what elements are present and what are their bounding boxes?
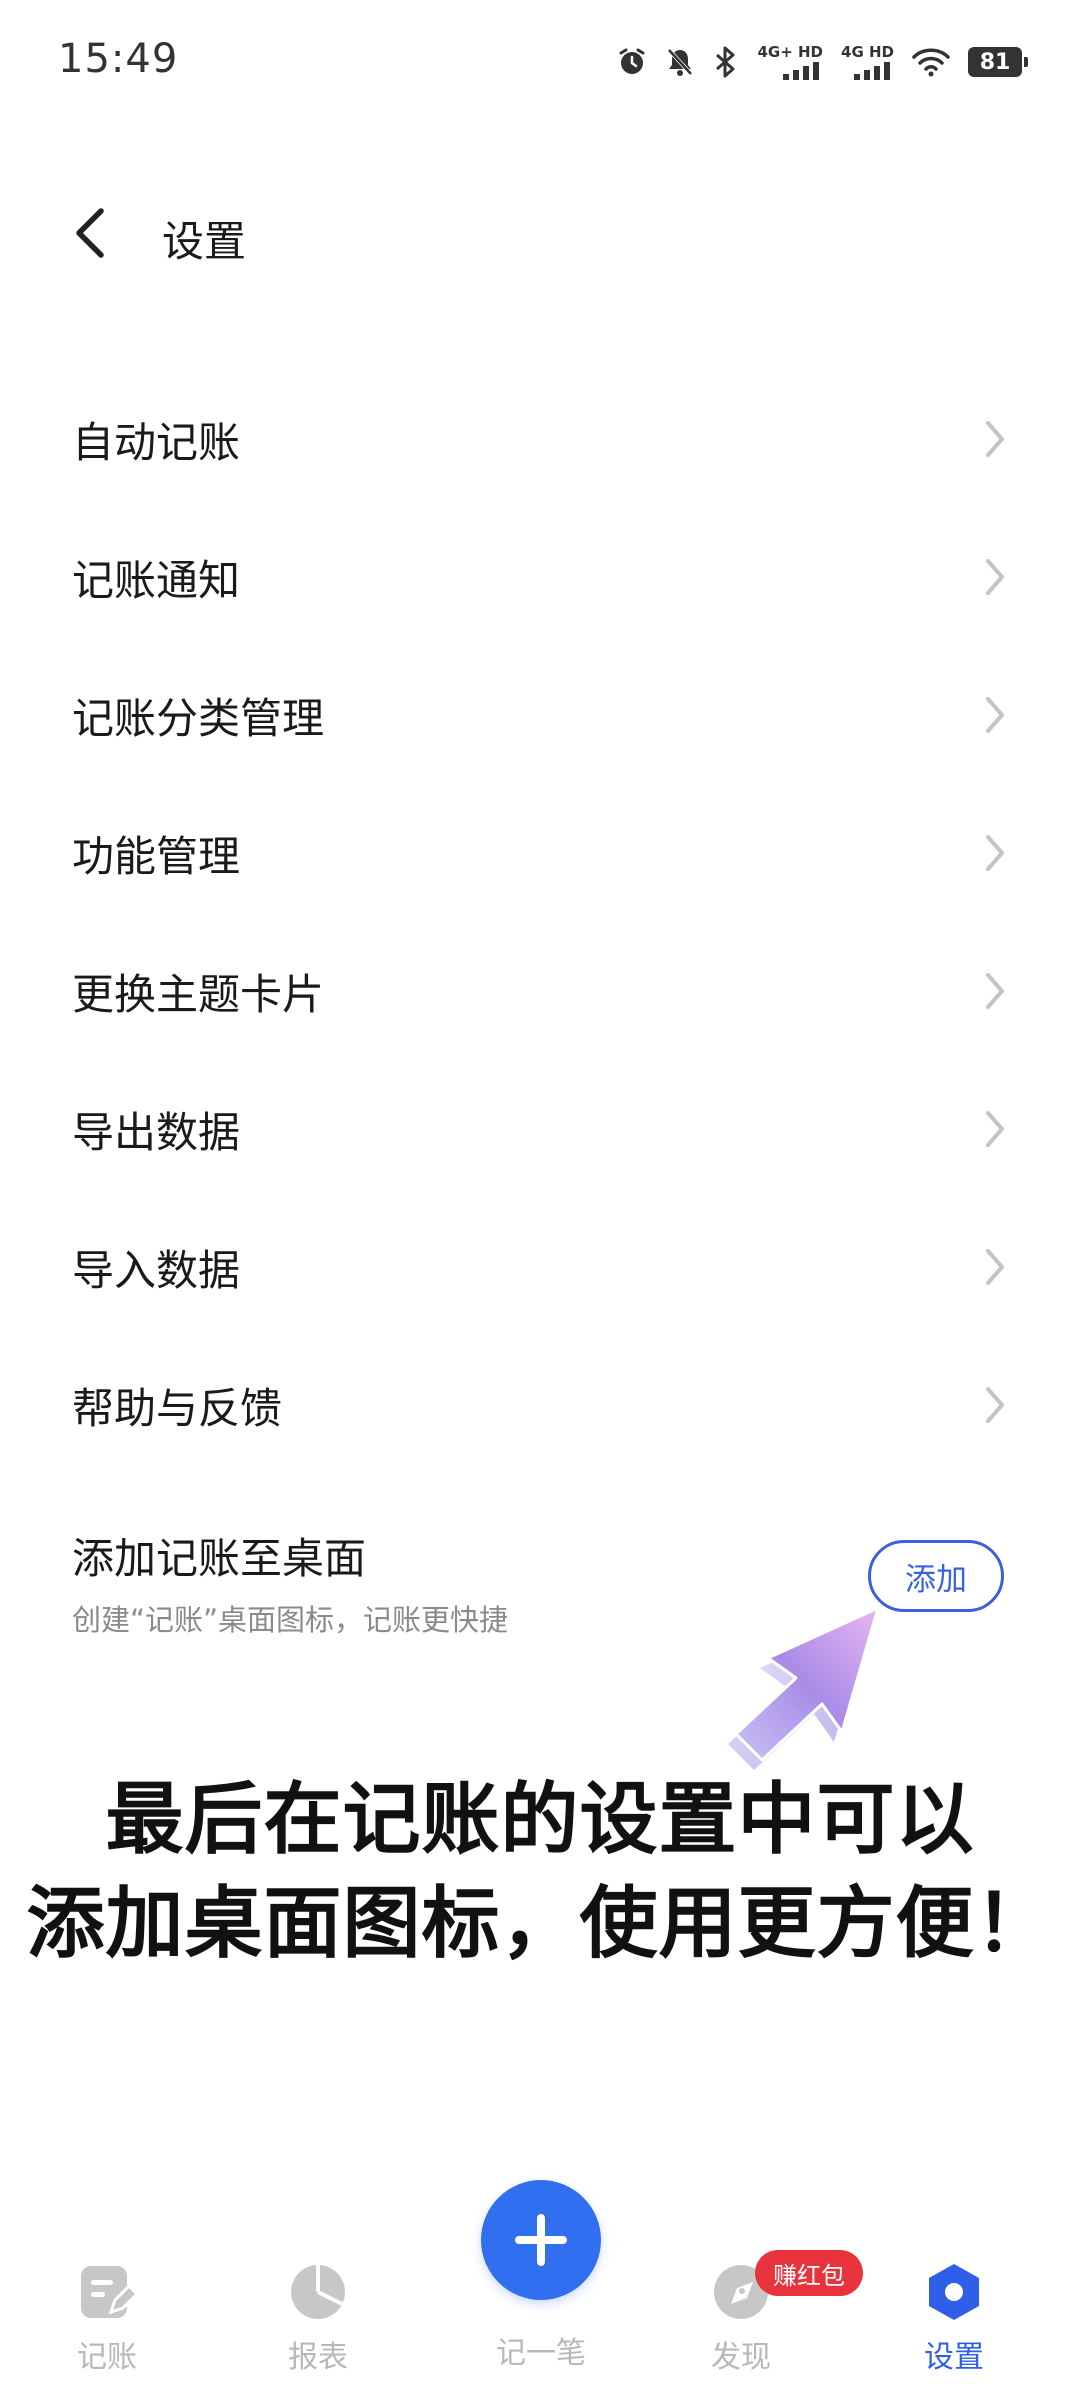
- caption-line-1: 最后在记账的设置中可以: [105, 1775, 975, 1865]
- nav-item-reports[interactable]: 报表: [243, 2260, 393, 2390]
- caption-line-2: 添加桌面图标，使用更方便！: [26, 1879, 1054, 1969]
- pie-chart-icon: [286, 2260, 350, 2324]
- chevron-right-icon: [980, 966, 1010, 1016]
- earn-red-packet-badge[interactable]: 赚红包: [755, 2250, 863, 2296]
- chevron-right-icon: [980, 414, 1010, 464]
- add-to-desktop-row: 添加记账至桌面 创建“记账”桌面图标，记账更快捷 添加: [0, 1505, 1080, 1655]
- pointer-arrow-icon: [728, 1606, 880, 1770]
- tutorial-caption: 最后在记账的设置中可以 添加桌面图标，使用更方便！: [0, 1768, 1080, 1976]
- nav-label: 发现: [711, 2340, 771, 2375]
- signal-icon: [783, 61, 820, 80]
- page-header: 设置: [0, 180, 1080, 290]
- menu-item-label: 功能管理: [72, 831, 241, 881]
- battery-level: 81: [979, 49, 1011, 75]
- menu-item-label: 更换主题卡片: [72, 969, 325, 1019]
- network-status-1: 4G+ HD: [757, 42, 824, 80]
- menu-item-help-feedback[interactable]: 帮助与反馈: [0, 1336, 1080, 1474]
- alarm-icon: [617, 47, 647, 77]
- status-icons: 4G+ HD 4G HD 81: [617, 40, 1028, 84]
- signal-icon: [854, 61, 890, 80]
- chevron-right-icon: [980, 1242, 1010, 1292]
- menu-item-theme-card[interactable]: 更换主题卡片: [0, 922, 1080, 1060]
- add-to-desktop-description: 创建“记账”桌面图标，记账更快捷: [72, 1603, 509, 1637]
- nav-item-bookkeeping[interactable]: 记账: [32, 2260, 182, 2390]
- settings-hexagon-icon: [922, 2260, 986, 2324]
- chevron-right-icon: [980, 828, 1010, 878]
- page-title: 设置: [162, 217, 247, 266]
- menu-item-category-management[interactable]: 记账分类管理: [0, 646, 1080, 784]
- menu-item-export-data[interactable]: 导出数据: [0, 1060, 1080, 1198]
- menu-item-label: 自动记账: [72, 417, 241, 467]
- nav-label: 报表: [288, 2340, 348, 2375]
- settings-screen: 15:49 4G+ HD 4G HD 81 设置 自动记账 记账通知 记账分类管…: [0, 0, 1080, 2400]
- menu-item-feature-management[interactable]: 功能管理: [0, 784, 1080, 922]
- menu-item-label: 记账分类管理: [72, 693, 325, 743]
- settings-menu: 自动记账 记账通知 记账分类管理 功能管理 更换主题卡片 导出数据 导入数据 帮…: [0, 370, 1080, 1474]
- network-status-2: 4G HD: [841, 42, 894, 80]
- network-label-1: 4G+ HD: [757, 42, 824, 61]
- menu-item-notifications[interactable]: 记账通知: [0, 508, 1080, 646]
- mute-bell-icon: [665, 47, 695, 77]
- add-to-desktop-title: 添加记账至桌面: [72, 1534, 367, 1583]
- status-time: 15:49: [58, 36, 179, 82]
- menu-item-label: 记账通知: [72, 555, 241, 605]
- plus-icon: [515, 2214, 567, 2266]
- network-label-2: 4G HD: [841, 42, 894, 61]
- menu-item-auto-bookkeeping[interactable]: 自动记账: [0, 370, 1080, 508]
- bottom-navigation: 记账 报表 记一笔 发现 赚红包 设置: [0, 2180, 1080, 2400]
- chevron-right-icon: [980, 552, 1010, 602]
- nav-item-settings[interactable]: 设置: [879, 2260, 1029, 2390]
- back-button[interactable]: [60, 198, 120, 268]
- nav-label: 记账: [77, 2340, 137, 2375]
- nav-label: 设置: [924, 2340, 984, 2375]
- chevron-right-icon: [980, 690, 1010, 740]
- bluetooth-icon: [713, 46, 739, 78]
- chevron-left-icon: [76, 208, 104, 258]
- add-record-fab[interactable]: [481, 2180, 601, 2300]
- battery-icon: 81: [968, 47, 1028, 77]
- menu-item-label: 导入数据: [72, 1245, 241, 1295]
- status-bar: 15:49 4G+ HD 4G HD 81: [0, 0, 1080, 120]
- chevron-right-icon: [980, 1380, 1010, 1430]
- menu-item-label: 帮助与反馈: [72, 1383, 283, 1433]
- menu-item-import-data[interactable]: 导入数据: [0, 1198, 1080, 1336]
- note-edit-icon: [75, 2260, 139, 2324]
- menu-item-label: 导出数据: [72, 1107, 241, 1157]
- wifi-icon: [912, 47, 950, 77]
- add-record-label: 记一笔: [496, 2336, 586, 2371]
- chevron-right-icon: [980, 1104, 1010, 1154]
